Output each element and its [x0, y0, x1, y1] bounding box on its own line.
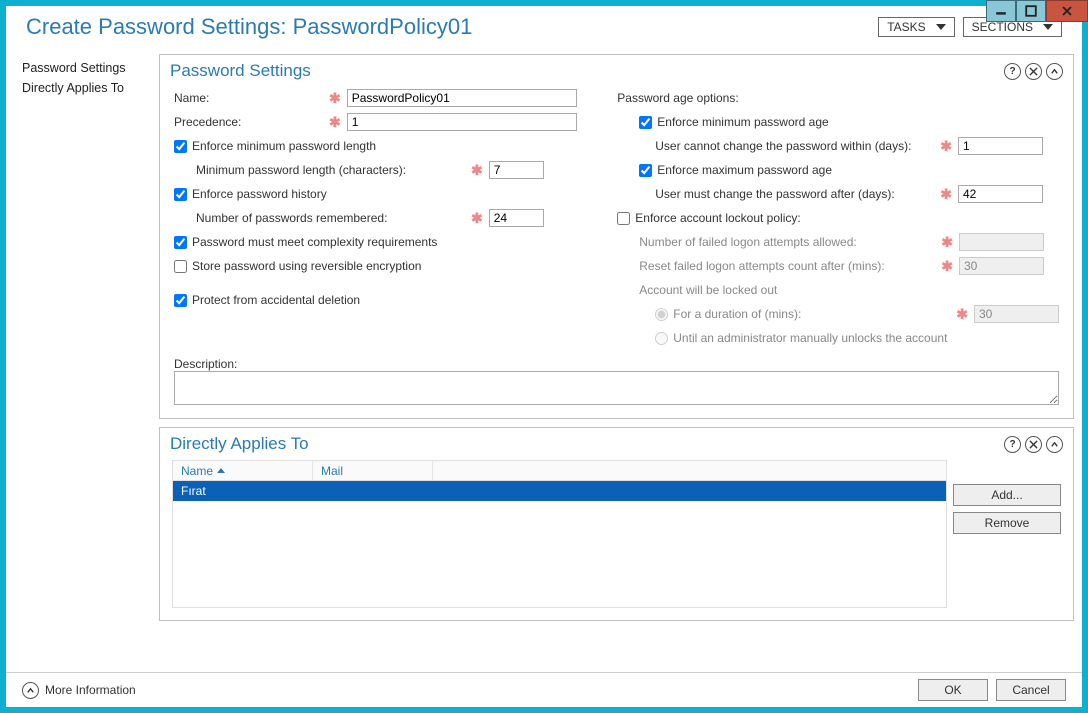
lockout-checkbox[interactable] — [617, 212, 630, 225]
max-age-label: Enforce maximum password age — [657, 163, 832, 177]
required-icon: ✱ — [329, 90, 341, 107]
members-grid[interactable]: Name Mail Fırat — [172, 460, 947, 610]
required-icon: ✱ — [471, 162, 483, 179]
min-age-label: Enforce minimum password age — [657, 115, 828, 129]
max-age-desc: User must change the password after (day… — [655, 187, 940, 201]
sidebar-item-directly-applies-to[interactable]: Directly Applies To — [18, 78, 155, 98]
sort-asc-icon — [217, 468, 225, 473]
duration-input — [974, 305, 1059, 323]
window: Create Password Settings: PasswordPolicy… — [0, 0, 1088, 713]
footer: More Information OK Cancel — [6, 672, 1082, 707]
grid-buttons: Add... Remove — [953, 460, 1061, 610]
min-age-input[interactable] — [958, 137, 1043, 155]
enforce-history-checkbox[interactable] — [174, 188, 187, 201]
tasks-label: TASKS — [887, 20, 925, 34]
required-icon: ✱ — [941, 234, 953, 251]
required-icon: ✱ — [940, 138, 952, 155]
duration-label: For a duration of (mins): — [673, 307, 956, 321]
complexity-checkbox[interactable] — [174, 236, 187, 249]
more-information-link[interactable]: More Information — [22, 682, 136, 699]
until-admin-radio — [655, 332, 668, 345]
cancel-button[interactable]: Cancel — [996, 679, 1066, 701]
lockout-label: Enforce account lockout policy: — [635, 211, 800, 225]
required-icon: ✱ — [940, 186, 952, 203]
close-button[interactable] — [1046, 0, 1088, 22]
collapse-icon[interactable] — [1046, 63, 1063, 80]
close-section-icon[interactable] — [1025, 436, 1042, 453]
min-age-desc: User cannot change the password within (… — [655, 139, 940, 153]
add-button[interactable]: Add... — [953, 484, 1061, 506]
table-row[interactable]: Fırat — [173, 481, 946, 501]
name-input[interactable] — [347, 89, 577, 107]
required-icon: ✱ — [471, 210, 483, 227]
history-label: Number of passwords remembered: — [196, 211, 471, 225]
grid-body[interactable]: Fırat — [172, 480, 947, 608]
failed-attempts-input — [959, 233, 1044, 251]
main: Password Settings ? — [159, 54, 1076, 668]
more-info-label: More Information — [45, 683, 136, 697]
body: Password Settings Directly Applies To Pa… — [6, 54, 1082, 672]
reversible-label: Store password using reversible encrypti… — [192, 259, 421, 273]
chevron-up-icon — [22, 682, 39, 699]
titlebar-controls — [986, 0, 1088, 24]
reset-after-input — [959, 257, 1044, 275]
maximize-button[interactable] — [1016, 0, 1046, 22]
reset-after-label: Reset failed logon attempts count after … — [639, 259, 941, 273]
page-title: Create Password Settings: PasswordPolicy… — [26, 14, 472, 40]
panel-directly-applies-to: Directly Applies To ? — [159, 427, 1074, 621]
required-icon: ✱ — [956, 306, 968, 323]
enforce-history-label: Enforce password history — [192, 187, 327, 201]
description-input[interactable] — [174, 371, 1059, 405]
failed-attempts-label: Number of failed logon attempts allowed: — [639, 235, 941, 249]
help-icon[interactable]: ? — [1004, 436, 1021, 453]
remove-button[interactable]: Remove — [953, 512, 1061, 534]
panel-password-settings: Password Settings ? — [159, 54, 1074, 419]
enforce-min-len-checkbox[interactable] — [174, 140, 187, 153]
grid-header: Name Mail — [172, 460, 947, 480]
history-input[interactable] — [489, 209, 544, 227]
duration-radio — [655, 308, 668, 321]
close-section-icon[interactable] — [1025, 63, 1042, 80]
header: Create Password Settings: PasswordPolicy… — [6, 6, 1082, 54]
chevron-down-icon — [1043, 24, 1053, 30]
reversible-checkbox[interactable] — [174, 260, 187, 273]
min-len-label: Minimum password length (characters): — [196, 163, 471, 177]
protect-checkbox[interactable] — [174, 294, 187, 307]
max-age-input[interactable] — [958, 185, 1043, 203]
title-prefix: Create Password Settings: — [26, 14, 293, 39]
left-column: Name: ✱ Precedence: ✱ Enforce minimum pa… — [174, 87, 587, 351]
ok-button[interactable]: OK — [918, 679, 988, 701]
minimize-button[interactable] — [986, 0, 1016, 22]
cell-name: Fırat — [173, 482, 313, 500]
panel-title: Directly Applies To — [170, 434, 309, 454]
chevron-down-icon — [936, 24, 946, 30]
sidebar: Password Settings Directly Applies To — [10, 54, 155, 668]
required-icon: ✱ — [329, 114, 341, 131]
precedence-input[interactable] — [347, 113, 577, 131]
min-len-input[interactable] — [489, 161, 544, 179]
required-icon: ✱ — [941, 258, 953, 275]
protect-label: Protect from accidental deletion — [192, 293, 360, 307]
help-icon[interactable]: ? — [1004, 63, 1021, 80]
locked-out-label: Account will be locked out — [617, 279, 1059, 301]
name-label: Name: — [174, 91, 329, 105]
column-mail[interactable]: Mail — [313, 461, 433, 480]
description-label: Description: — [174, 357, 1059, 371]
right-column: Password age options: Enforce minimum pa… — [617, 87, 1059, 351]
cell-mail — [313, 489, 329, 493]
min-age-checkbox[interactable] — [639, 116, 652, 129]
until-admin-label: Until an administrator manually unlocks … — [673, 331, 947, 345]
enforce-min-len-label: Enforce minimum password length — [192, 139, 376, 153]
age-options-label: Password age options: — [617, 87, 1059, 109]
title-value: PasswordPolicy01 — [293, 14, 473, 39]
precedence-label: Precedence: — [174, 115, 329, 129]
column-blank — [433, 461, 946, 480]
max-age-checkbox[interactable] — [639, 164, 652, 177]
tasks-dropdown[interactable]: TASKS — [878, 17, 954, 37]
panel-title: Password Settings — [170, 61, 311, 81]
column-name[interactable]: Name — [173, 461, 313, 480]
complexity-label: Password must meet complexity requiremen… — [192, 235, 437, 249]
sidebar-item-password-settings[interactable]: Password Settings — [18, 58, 155, 78]
collapse-icon[interactable] — [1046, 436, 1063, 453]
